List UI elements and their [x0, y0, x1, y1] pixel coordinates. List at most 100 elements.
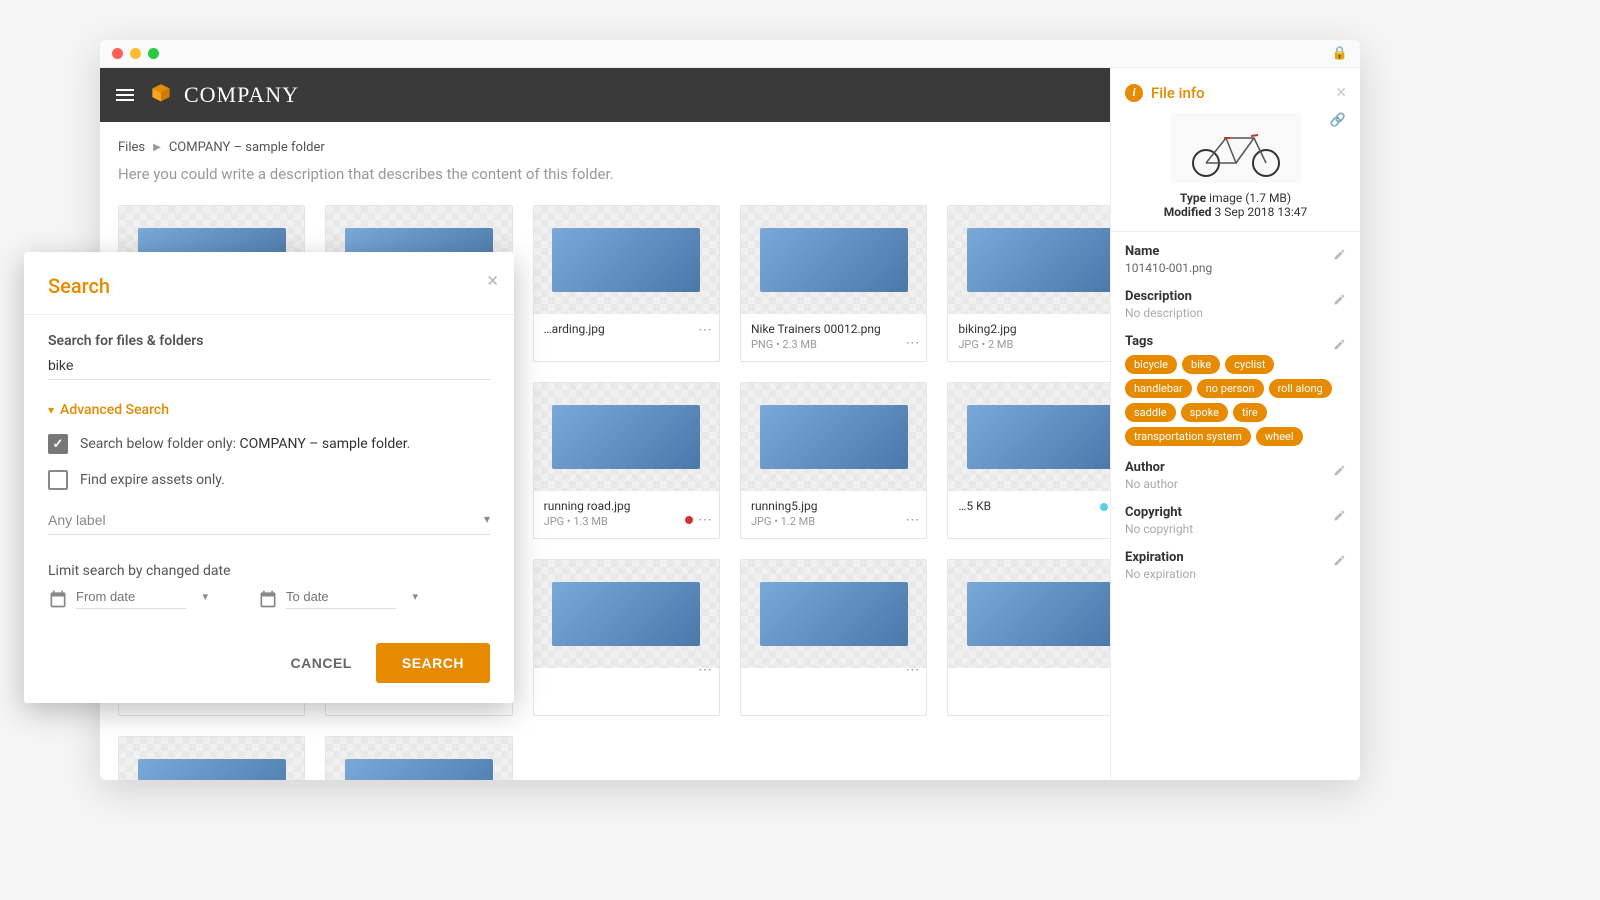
file-name: …5 KB	[958, 499, 1123, 513]
chevron-down-icon: ▾	[48, 403, 54, 417]
file-meta: JPG • 1.3 MB	[544, 515, 709, 528]
edit-tags-button[interactable]	[1333, 336, 1346, 355]
tag[interactable]: bike	[1182, 355, 1220, 374]
search-input[interactable]	[48, 353, 490, 380]
find-expired-label: Find expire assets only.	[80, 472, 225, 488]
name-label: Name	[1125, 244, 1346, 259]
tag[interactable]: wheel	[1256, 427, 1303, 446]
tag[interactable]: cyclist	[1225, 355, 1274, 374]
more-icon[interactable]: ⋯	[905, 335, 920, 351]
file-thumbnail	[948, 383, 1133, 491]
chevron-right-icon: ▶	[153, 142, 161, 153]
calendar-icon[interactable]	[48, 589, 68, 609]
tag[interactable]: transportation system	[1125, 427, 1251, 446]
file-thumbnail	[741, 206, 926, 314]
search-title: Search	[48, 274, 490, 298]
edit-author-button[interactable]	[1333, 462, 1346, 481]
breadcrumb-root[interactable]: Files	[118, 140, 145, 155]
brand-name: COMPANY	[184, 82, 299, 108]
tag[interactable]: no person	[1197, 379, 1264, 398]
caret-down-icon: ▾	[412, 590, 418, 603]
file-card[interactable]: ⋯	[118, 736, 305, 780]
file-name: Nike Trainers 00012.png	[751, 322, 916, 336]
edit-description-button[interactable]	[1333, 291, 1346, 310]
more-icon[interactable]: ⋯	[905, 662, 920, 678]
preview-image	[1171, 113, 1301, 183]
info-icon: i	[1125, 84, 1143, 102]
file-thumbnail	[326, 737, 511, 780]
file-info-panel: i File info × 🔗 Type image (1.7 MB) Modi…	[1110, 68, 1360, 780]
edit-expiration-button[interactable]	[1333, 552, 1346, 571]
minimize-window-icon[interactable]	[130, 48, 141, 59]
file-card[interactable]: ⋯	[947, 559, 1134, 716]
label-select[interactable]	[48, 508, 490, 535]
close-window-icon[interactable]	[112, 48, 123, 59]
file-card[interactable]: running road.jpg JPG • 1.3 MB ⋯	[533, 382, 720, 539]
file-card[interactable]: ⋯	[325, 736, 512, 780]
file-card[interactable]: Nike Trainers 00012.png PNG • 2.3 MB ⋯	[740, 205, 927, 362]
file-meta: PNG • 2.3 MB	[751, 338, 916, 351]
from-date-input[interactable]	[76, 589, 186, 609]
file-meta: JPG • 1.2 MB	[751, 515, 916, 528]
file-thumbnail	[741, 383, 926, 491]
file-name: …arding.jpg	[544, 322, 709, 336]
file-card[interactable]: …arding.jpg ⋯	[533, 205, 720, 362]
author-label: Author	[1125, 460, 1346, 475]
file-thumbnail	[534, 383, 719, 491]
search-below-folder-checkbox[interactable]	[48, 434, 68, 454]
file-card[interactable]: ⋯	[533, 559, 720, 716]
logo-icon	[148, 82, 174, 108]
more-icon[interactable]: ⋯	[698, 512, 713, 528]
search-field-label: Search for files & folders	[48, 333, 490, 349]
file-card[interactable]: ⋯	[740, 559, 927, 716]
more-icon[interactable]: ⋯	[698, 662, 713, 678]
titlebar: 🔒	[100, 40, 1360, 68]
file-meta: JPG • 2 MB	[958, 338, 1123, 351]
find-expired-checkbox[interactable]	[48, 470, 68, 490]
edit-copyright-button[interactable]	[1333, 507, 1346, 526]
tag-list: bicycle bike cyclist handlebar no person roll…	[1125, 355, 1346, 446]
close-panel-button[interactable]: ×	[1336, 82, 1346, 103]
file-name: running road.jpg	[544, 499, 709, 513]
brand-block[interactable]: COMPANY	[148, 82, 299, 108]
file-preview: 🔗 Type image (1.7 MB) Modified 3 Sep 201…	[1125, 113, 1346, 219]
tag[interactable]: spoke	[1181, 403, 1228, 422]
to-date-input[interactable]	[286, 589, 396, 609]
search-button[interactable]: SEARCH	[376, 643, 490, 683]
lock-icon: 🔒	[1332, 46, 1348, 61]
edit-name-button[interactable]	[1333, 246, 1346, 265]
description-value: No description	[1125, 306, 1346, 320]
tag[interactable]: roll along	[1269, 379, 1332, 398]
advanced-search-toggle[interactable]: ▾ Advanced Search	[48, 402, 490, 418]
file-name: running5.jpg	[751, 499, 916, 513]
file-name: biking2.jpg	[958, 322, 1123, 336]
limit-date-label: Limit search by changed date	[48, 563, 490, 579]
link-icon[interactable]: 🔗	[1330, 113, 1346, 128]
menu-button[interactable]	[116, 89, 134, 101]
file-card[interactable]: running5.jpg JPG • 1.2 MB ⋯	[740, 382, 927, 539]
tag[interactable]: handlebar	[1125, 379, 1192, 398]
tag[interactable]: bicycle	[1125, 355, 1177, 374]
file-card[interactable]: …5 KB ⋯	[947, 382, 1134, 539]
status-dot	[1100, 503, 1108, 511]
tag[interactable]: saddle	[1125, 403, 1176, 422]
file-card[interactable]: biking2.jpg JPG • 2 MB ⋯	[947, 205, 1134, 362]
close-search-button[interactable]: ×	[487, 268, 498, 292]
file-thumbnail	[119, 737, 304, 780]
calendar-icon[interactable]	[258, 589, 278, 609]
file-thumbnail	[948, 206, 1133, 314]
more-icon[interactable]: ⋯	[698, 322, 713, 338]
breadcrumb-current[interactable]: COMPANY – sample folder	[169, 140, 325, 155]
search-modal: Search × Search for files & folders ▾ Ad…	[24, 252, 514, 703]
caret-down-icon: ▾	[484, 512, 490, 526]
maximize-window-icon[interactable]	[148, 48, 159, 59]
author-value: No author	[1125, 477, 1346, 491]
status-dot	[685, 516, 693, 524]
expiration-value: No expiration	[1125, 567, 1346, 581]
cancel-button[interactable]: CANCEL	[285, 643, 358, 683]
expiration-label: Expiration	[1125, 550, 1346, 565]
search-below-folder-label: Search below folder only: COMPANY – samp…	[80, 436, 410, 452]
more-icon[interactable]: ⋯	[905, 512, 920, 528]
tag[interactable]: tire	[1233, 403, 1267, 422]
caret-down-icon: ▾	[202, 590, 208, 603]
